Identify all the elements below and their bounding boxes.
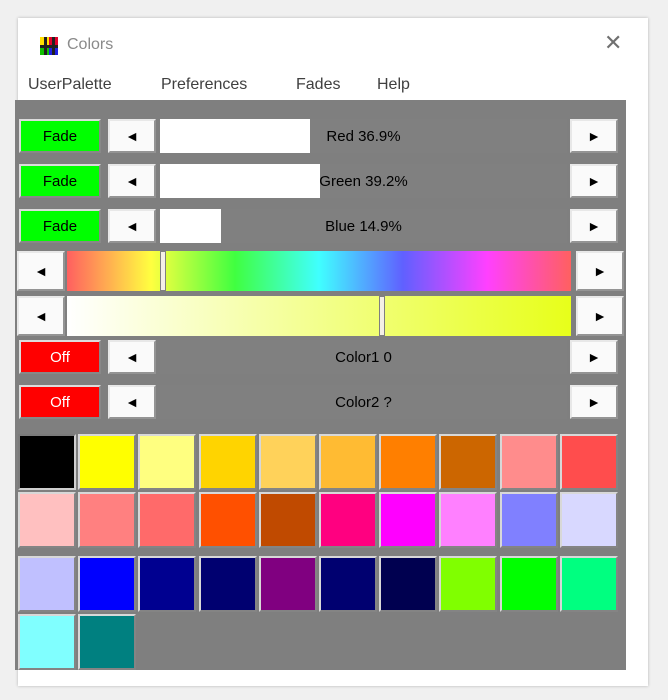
palette-swatch[interactable] bbox=[78, 492, 137, 548]
blue-fade-button[interactable]: Fade bbox=[19, 209, 101, 243]
menu-fades[interactable]: Fades bbox=[296, 76, 340, 94]
palette-swatch[interactable] bbox=[499, 556, 558, 612]
palette-swatch[interactable] bbox=[198, 434, 257, 490]
color1-toggle-button[interactable]: Off bbox=[19, 340, 101, 374]
palette-swatch[interactable] bbox=[499, 492, 558, 548]
green-slider-track[interactable]: Green 39.2% bbox=[160, 164, 567, 198]
red-increase-arrow-icon[interactable]: ► bbox=[570, 119, 618, 153]
green-decrease-arrow-icon[interactable]: ◄ bbox=[108, 164, 156, 198]
palette-swatch[interactable] bbox=[78, 556, 137, 612]
menu-preferences[interactable]: Preferences bbox=[161, 76, 247, 94]
palette-swatch[interactable] bbox=[18, 434, 76, 490]
palette-swatch[interactable] bbox=[138, 556, 197, 612]
red-decrease-arrow-icon[interactable]: ◄ bbox=[108, 119, 156, 153]
palette-swatch[interactable] bbox=[559, 492, 618, 548]
green-value-label: Green 39.2% bbox=[319, 172, 408, 190]
palette-swatch[interactable] bbox=[198, 556, 257, 612]
palette-swatch[interactable] bbox=[198, 492, 257, 548]
palette-swatch[interactable] bbox=[559, 556, 618, 612]
color1-label: Color1 0 bbox=[335, 348, 392, 366]
red-value-label: Red 36.9% bbox=[326, 127, 401, 145]
palette-swatch[interactable] bbox=[559, 434, 618, 490]
palette-swatch[interactable] bbox=[379, 434, 438, 490]
palette-swatch[interactable] bbox=[439, 556, 498, 612]
palette-swatch[interactable] bbox=[499, 434, 558, 490]
menu-userpalette[interactable]: UserPalette bbox=[28, 76, 112, 94]
palette-swatch[interactable] bbox=[138, 434, 197, 490]
brightness-increase-arrow-icon[interactable]: ► bbox=[576, 296, 624, 336]
palette-swatch[interactable] bbox=[78, 614, 137, 670]
palette-swatch[interactable] bbox=[258, 492, 317, 548]
menu-bar: UserPalette Preferences Fades Help bbox=[18, 72, 648, 102]
brightness-slider-thumb[interactable] bbox=[379, 296, 385, 336]
color2-row: Off ◄ Color2 ? ► bbox=[15, 385, 626, 421]
palette-swatch[interactable] bbox=[439, 492, 498, 548]
hue-gradient-slider[interactable] bbox=[67, 251, 571, 291]
color1-decrease-arrow-icon[interactable]: ◄ bbox=[108, 340, 156, 374]
brightness-gradient-slider[interactable] bbox=[67, 296, 571, 336]
green-increase-arrow-icon[interactable]: ► bbox=[570, 164, 618, 198]
green-fade-button[interactable]: Fade bbox=[19, 164, 101, 198]
palette-swatch[interactable] bbox=[18, 492, 76, 548]
hue-decrease-arrow-icon[interactable]: ◄ bbox=[17, 251, 65, 291]
green-channel-row: Fade ◄ Green 39.2% ► bbox=[15, 164, 626, 200]
brightness-decrease-arrow-icon[interactable]: ◄ bbox=[17, 296, 65, 336]
palette-swatch[interactable] bbox=[379, 492, 438, 548]
palette-swatch[interactable] bbox=[319, 556, 377, 612]
palette-swatch[interactable] bbox=[18, 614, 76, 670]
blue-increase-arrow-icon[interactable]: ► bbox=[570, 209, 618, 243]
blue-channel-row: Fade ◄ Blue 14.9% ► bbox=[15, 209, 626, 245]
color2-slider-track[interactable]: Color2 ? bbox=[160, 385, 567, 419]
palette-swatch[interactable] bbox=[439, 434, 498, 490]
color2-increase-arrow-icon[interactable]: ► bbox=[570, 385, 618, 419]
color1-slider-track[interactable]: Color1 0 bbox=[160, 340, 567, 374]
color2-decrease-arrow-icon[interactable]: ◄ bbox=[108, 385, 156, 419]
palette-swatch[interactable] bbox=[78, 434, 137, 490]
color-palette bbox=[15, 430, 626, 670]
hue-slider-thumb[interactable] bbox=[159, 251, 166, 291]
blue-decrease-arrow-icon[interactable]: ◄ bbox=[108, 209, 156, 243]
menu-help[interactable]: Help bbox=[377, 76, 410, 94]
palette-swatch[interactable] bbox=[319, 434, 377, 490]
palette-swatch[interactable] bbox=[258, 434, 317, 490]
palette-swatch[interactable] bbox=[258, 556, 317, 612]
palette-swatch[interactable] bbox=[319, 492, 377, 548]
red-fade-button[interactable]: Fade bbox=[19, 119, 101, 153]
color2-label: Color2 ? bbox=[335, 393, 392, 411]
color1-row: Off ◄ Color1 0 ► bbox=[15, 340, 626, 376]
hue-increase-arrow-icon[interactable]: ► bbox=[576, 251, 624, 291]
title-bar: Colors ✕ bbox=[18, 18, 648, 58]
palette-swatch[interactable] bbox=[379, 556, 438, 612]
hue-slider-row: ◄ ► bbox=[15, 251, 626, 293]
palette-swatch[interactable] bbox=[18, 556, 76, 612]
brightness-slider-row: ◄ ► bbox=[15, 296, 626, 338]
color2-toggle-button[interactable]: Off bbox=[19, 385, 101, 419]
window-title: Colors bbox=[67, 36, 114, 53]
app-colors-icon bbox=[40, 37, 58, 55]
red-channel-row: Fade ◄ Red 36.9% ► bbox=[15, 119, 626, 155]
blue-value-label: Blue 14.9% bbox=[325, 217, 402, 235]
close-icon[interactable]: ✕ bbox=[604, 32, 622, 54]
color1-increase-arrow-icon[interactable]: ► bbox=[570, 340, 618, 374]
blue-slider-track[interactable]: Blue 14.9% bbox=[160, 209, 567, 243]
palette-swatch[interactable] bbox=[138, 492, 197, 548]
red-slider-track[interactable]: Red 36.9% bbox=[160, 119, 567, 153]
